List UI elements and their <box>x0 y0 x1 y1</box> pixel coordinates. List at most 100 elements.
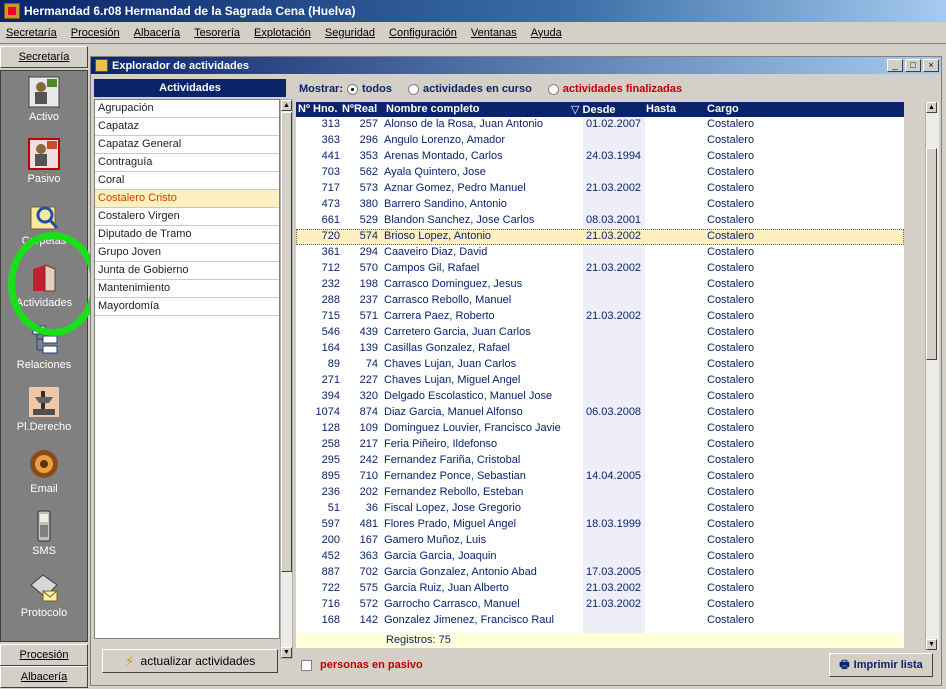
activity-item[interactable]: Agrupación <box>95 100 279 118</box>
table-row[interactable]: 720 574 Brioso Lopez, Antonio 21.03.2002 Cos… <box>296 229 904 245</box>
menu-secretaria[interactable]: Secretaría <box>4 27 69 39</box>
checkbox-box[interactable] <box>301 659 312 671</box>
sidebar-group-albaceria[interactable]: Albacería <box>0 666 88 688</box>
cell-cargo: Costalero <box>707 326 755 338</box>
menu-explotacion[interactable]: Explotación <box>252 27 323 39</box>
scroll-down-button[interactable]: ▼ <box>281 647 292 658</box>
scroll-down-button[interactable]: ▼ <box>926 639 937 650</box>
menu-ayuda[interactable]: Ayuda <box>529 27 574 39</box>
activity-item[interactable]: Junta de Gobierno <box>95 262 279 280</box>
table-row[interactable]: 295 242 Fernandez Fariña, Cristobal Costale… <box>296 453 904 469</box>
radio-en-curso-label[interactable]: actividades en curso <box>423 83 532 95</box>
table-row[interactable]: 473 380 Barrero Sandino, Antonio Costalero <box>296 197 904 213</box>
col-name[interactable]: Nombre completo <box>386 103 480 115</box>
table-row[interactable]: 164 139 Casillas Gonzalez, Rafael Costalero <box>296 341 904 357</box>
menu-procesion[interactable]: Procesión <box>69 27 132 39</box>
close-button[interactable]: × <box>923 59 939 72</box>
col-real[interactable]: NºReal <box>342 103 377 115</box>
sidebar-group-procesion[interactable]: Procesión <box>0 644 88 666</box>
sidebar-item-activo[interactable]: Activo <box>1 75 87 123</box>
activities-scrollbar[interactable]: ▲ ▼ <box>280 99 293 659</box>
table-row[interactable]: 313 257 Alonso de la Rosa, Juan Antonio 01.… <box>296 117 904 133</box>
activity-item[interactable]: Mayordomía <box>95 298 279 316</box>
table-row[interactable]: 712 570 Campos Gil, Rafael 21.03.2002 Costal… <box>296 261 904 277</box>
table-row[interactable]: 597 481 Flores Prado, Miguel Angel 18.03.19… <box>296 517 904 533</box>
table-row[interactable]: 703 562 Ayala Quintero, Jose Costalero <box>296 165 904 181</box>
table-row[interactable]: 546 439 Carretero Garcia, Juan Carlos Costa… <box>296 325 904 341</box>
table-row[interactable]: 394 320 Delgado Escolastico, Manuel Jose Co… <box>296 389 904 405</box>
col-cargo[interactable]: Cargo <box>707 103 739 115</box>
menu-seguridad[interactable]: Seguridad <box>323 27 387 39</box>
table-row[interactable]: 716 572 Garrocho Carrasco, Manuel 21.03.200… <box>296 597 904 613</box>
scroll-thumb[interactable] <box>281 112 292 572</box>
table-row[interactable]: 200 167 Gamero Muñoz, Luis Costalero <box>296 533 904 549</box>
table-row[interactable]: 168 142 Gonzalez Jimenez, Francisco Raul Co… <box>296 613 904 629</box>
cell-cargo: Costalero <box>707 166 755 178</box>
cell-hno: 720 <box>321 230 340 242</box>
table-row[interactable]: 288 237 Carrasco Rebollo, Manuel Costalero <box>296 293 904 309</box>
table-row[interactable]: 715 571 Carrera Paez, Roberto 21.03.2002 Cos… <box>296 309 904 325</box>
sidebar-item-actividades[interactable]: Actividades <box>1 261 87 309</box>
col-hno[interactable]: Nº Hno. <box>298 103 337 115</box>
activity-item[interactable]: Grupo Joven <box>95 244 279 262</box>
table-row[interactable]: 128 109 Dominguez Louvier, Francisco Javie… <box>296 421 904 437</box>
table-row[interactable]: 258 217 Feria Piñeiro, Ildefonso Costalero <box>296 437 904 453</box>
radio-en-curso[interactable] <box>407 83 419 95</box>
sidebar-group-secretaria[interactable]: Secretaría <box>0 46 88 68</box>
menu-ventanas[interactable]: Ventanas <box>469 27 529 39</box>
table-row[interactable]: 441 353 Arenas Montado, Carlos 24.03.1994 Co… <box>296 149 904 165</box>
refresh-label: actualizar actividades <box>140 654 256 668</box>
table-row[interactable]: 1074 874 Diaz Garcia, Manuel Alfonso 06.03.… <box>296 405 904 421</box>
radio-todos[interactable] <box>347 83 359 95</box>
activity-item[interactable]: Mantenimiento <box>95 280 279 298</box>
refresh-activities-button[interactable]: ⚡ actualizar actividades <box>102 649 278 673</box>
radio-finalizadas[interactable] <box>547 83 559 95</box>
table-row[interactable]: 717 573 Aznar Gomez, Pedro Manuel 21.03.200… <box>296 181 904 197</box>
menu-tesoreria[interactable]: Tesorería <box>192 27 252 39</box>
activity-item[interactable]: Costalero Cristo <box>95 190 279 208</box>
sidebar-item-relaciones[interactable]: Relaciones <box>1 323 87 371</box>
table-row[interactable]: 887 702 Garcia Gonzalez, Antonio Abad 17.03… <box>296 565 904 581</box>
scroll-up-button[interactable]: ▲ <box>281 100 292 111</box>
pasivo-checkbox[interactable]: personas en pasivo <box>301 659 423 671</box>
record-count: Registros: 75 <box>386 634 451 646</box>
cell-real: 572 <box>359 598 378 610</box>
table-row[interactable]: 232 198 Carrasco Dominguez, Jesus Costalero <box>296 277 904 293</box>
cell-name: Alonso de la Rosa, Juan Antonio <box>384 118 544 130</box>
activity-item[interactable]: Costalero Virgen <box>95 208 279 226</box>
activity-item[interactable]: Coral <box>95 172 279 190</box>
scroll-thumb[interactable] <box>926 148 937 360</box>
col-hasta[interactable]: Hasta <box>646 103 676 115</box>
table-row[interactable]: 722 575 Garcia Ruiz, Juan Alberto 21.03.200… <box>296 581 904 597</box>
scroll-up-button[interactable]: ▲ <box>926 102 937 113</box>
menu-albaceria[interactable]: Albacería <box>132 27 192 39</box>
minimize-button[interactable]: _ <box>887 59 903 72</box>
activity-item[interactable]: Diputado de Tramo <box>95 226 279 244</box>
table-row[interactable]: 271 227 Chaves Lujan, Miguel Angel Costaler… <box>296 373 904 389</box>
sidebar-item-carpetas[interactable]: Carpetas <box>1 199 87 247</box>
table-row[interactable]: 51 36 Fiscal Lopez, Jose Gregorio Costalero <box>296 501 904 517</box>
table-row[interactable]: 361 294 Caaveiro Diaz, David Costalero <box>296 245 904 261</box>
table-row[interactable]: 89 74 Chaves Lujan, Juan Carlos Costalero <box>296 357 904 373</box>
table-row[interactable]: 661 529 Blandon Sanchez, Jose Carlos 08.03.… <box>296 213 904 229</box>
table-row[interactable]: 895 710 Fernandez Ponce, Sebastian 14.04.20… <box>296 469 904 485</box>
table-scrollbar[interactable]: ▲ ▼ <box>925 102 939 650</box>
print-list-button[interactable]: 🖶 Imprimir lista <box>829 653 933 677</box>
sidebar-item-email[interactable]: Email <box>1 447 87 495</box>
sidebar-item-plderecho[interactable]: Pl.Derecho <box>1 385 87 433</box>
table-row[interactable]: 363 296 Angulo Lorenzo, Amador Costalero <box>296 133 904 149</box>
table-row[interactable]: 452 363 Garcia Garcia, Joaquin Costalero <box>296 549 904 565</box>
menu-configuracion[interactable]: Configuración <box>387 27 469 39</box>
maximize-button[interactable]: □ <box>905 59 921 72</box>
activity-item[interactable]: Contraguía <box>95 154 279 172</box>
table-row[interactable]: 236 202 Fernandez Rebollo, Esteban Costaler… <box>296 485 904 501</box>
activities-book-icon <box>27 261 61 295</box>
sidebar-item-sms[interactable]: SMS <box>1 509 87 557</box>
col-desde[interactable]: ▽ Desde <box>571 103 616 116</box>
radio-finalizadas-label[interactable]: actividades finalizadas <box>563 83 682 95</box>
activity-item[interactable]: Capataz <box>95 118 279 136</box>
sidebar-item-pasivo[interactable]: Pasivo <box>1 137 87 185</box>
activity-item[interactable]: Capataz General <box>95 136 279 154</box>
sidebar-item-protocolo[interactable]: Protocolo <box>1 571 87 619</box>
radio-todos-label[interactable]: todos <box>362 83 392 95</box>
